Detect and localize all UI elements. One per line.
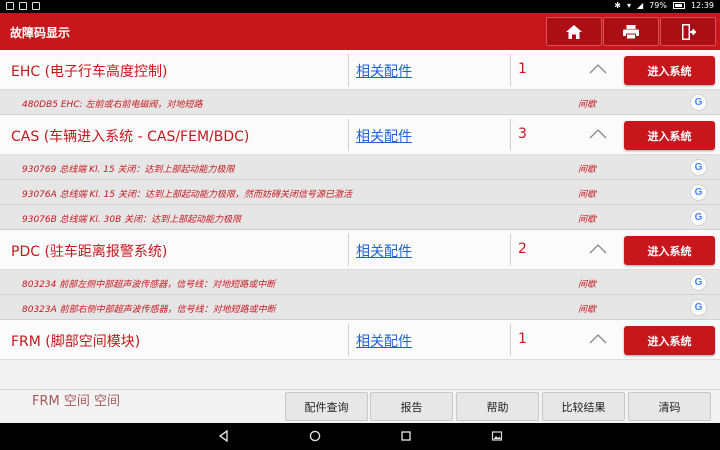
exit-button[interactable] xyxy=(660,17,716,46)
notification-icon xyxy=(6,2,14,10)
notification-icon xyxy=(32,2,40,10)
fault-row: 930769 总线端 Kl. 15 关闭：达到上部起动能力极限 间歇 G xyxy=(0,155,720,180)
fault-status: 间歇 xyxy=(578,165,597,175)
back-icon[interactable] xyxy=(218,430,230,442)
enter-system-button[interactable]: 进入系统 xyxy=(624,236,715,265)
android-nav-bar xyxy=(0,423,720,450)
signal-icon: ◢ xyxy=(637,1,644,10)
divider xyxy=(510,324,511,356)
divider xyxy=(348,54,349,86)
fault-status: 间歇 xyxy=(578,305,597,315)
fault-count: 1 xyxy=(518,61,527,77)
chevron-up-icon[interactable] xyxy=(589,129,607,139)
related-parts-link[interactable]: 相关配件 xyxy=(356,126,412,146)
system-name: EHC (电子行车高度控制) xyxy=(11,64,168,80)
fault-description: 480DB5 EHC: 左前或右前电磁阀，对地短路 xyxy=(22,100,203,110)
home-button[interactable] xyxy=(546,17,602,46)
home-icon xyxy=(566,24,582,39)
fault-status: 间歇 xyxy=(578,280,597,290)
enter-system-button[interactable]: 进入系统 xyxy=(624,326,715,355)
system-row-frm[interactable]: FRM (脚部空间模块) 相关配件 1 进入系统 xyxy=(0,320,720,360)
divider xyxy=(510,119,511,151)
battery-percent: 79% xyxy=(649,1,667,10)
fault-row: 93076B 总线端 Kl. 30B 关闭：达到上部起动能力极限 间歇 G xyxy=(0,205,720,230)
fault-code-list: EHC (电子行车高度控制) 相关配件 1 进入系统 480DB5 EHC: 左… xyxy=(0,50,720,360)
system-name: PDC (驻车距离报警系统) xyxy=(11,244,168,260)
print-button[interactable] xyxy=(603,17,659,46)
recents-icon[interactable] xyxy=(400,430,412,442)
fault-description: 803234 前部左侧中部超声波传感器，信号线：对地短路或中断 xyxy=(22,280,276,290)
exit-icon xyxy=(682,23,697,40)
related-parts-link[interactable]: 相关配件 xyxy=(356,331,412,351)
divider xyxy=(348,119,349,151)
google-search-icon[interactable]: G xyxy=(690,299,707,316)
fault-status: 间歇 xyxy=(578,100,597,110)
clear-codes-button[interactable]: 清码 xyxy=(628,392,711,421)
divider xyxy=(348,234,349,266)
fault-count: 1 xyxy=(518,331,527,347)
chevron-up-icon[interactable] xyxy=(589,244,607,254)
system-row-cas[interactable]: CAS (车辆进入系统 - CAS/FEM/BDC) 相关配件 3 进入系统 xyxy=(0,115,720,155)
help-button[interactable]: 帮助 xyxy=(456,392,539,421)
home-circle-icon[interactable] xyxy=(309,430,321,442)
enter-system-button[interactable]: 进入系统 xyxy=(624,121,715,150)
fault-status: 间歇 xyxy=(578,215,597,225)
system-row-ehc[interactable]: EHC (电子行车高度控制) 相关配件 1 进入系统 xyxy=(0,50,720,90)
battery-icon xyxy=(672,2,685,9)
chevron-up-icon[interactable] xyxy=(589,64,607,74)
google-search-icon[interactable]: G xyxy=(690,184,707,201)
divider xyxy=(510,234,511,266)
fault-row: 80323A 前部右侧中部超声波传感器，信号线：对地短路或中断 间歇 G xyxy=(0,295,720,320)
wifi-icon: ▾ xyxy=(626,1,631,10)
chevron-up-icon[interactable] xyxy=(589,334,607,344)
fault-row: 803234 前部左侧中部超声波传感器，信号线：对地短路或中断 间歇 G xyxy=(0,270,720,295)
scroll-ghost-text: FRM 空间 空间 xyxy=(32,394,120,409)
system-row-pdc[interactable]: PDC (驻车距离报警系统) 相关配件 2 进入系统 xyxy=(0,230,720,270)
fault-row: 480DB5 EHC: 左前或右前电磁阀，对地短路 间歇 G xyxy=(0,90,720,115)
google-search-icon[interactable]: G xyxy=(690,94,707,111)
fault-count: 3 xyxy=(518,126,527,142)
clock: 12:39 xyxy=(690,1,714,10)
notification-icon xyxy=(19,2,27,10)
bottom-toolbar: FRM 空间 空间 配件查询 报告 帮助 比较结果 清码 xyxy=(0,389,720,423)
google-search-icon[interactable]: G xyxy=(690,274,707,291)
system-name: CAS (车辆进入系统 - CAS/FEM/BDC) xyxy=(11,129,250,145)
fault-description: 93076B 总线端 Kl. 30B 关闭：达到上部起动能力极限 xyxy=(22,215,242,225)
title-bar: 故障码显示 xyxy=(0,13,720,50)
enter-system-button[interactable]: 进入系统 xyxy=(624,56,715,85)
divider xyxy=(510,54,511,86)
fault-count: 2 xyxy=(518,241,527,257)
google-search-icon[interactable]: G xyxy=(690,159,707,176)
parts-query-button[interactable]: 配件查询 xyxy=(285,392,368,421)
related-parts-link[interactable]: 相关配件 xyxy=(356,61,412,81)
system-name: FRM (脚部空间模块) xyxy=(11,334,141,350)
page-title: 故障码显示 xyxy=(10,26,71,40)
google-search-icon[interactable]: G xyxy=(690,209,707,226)
compare-results-button[interactable]: 比较结果 xyxy=(542,392,625,421)
fault-description: 93076A 总线端 Kl. 15 关闭：达到上部起动能力极限，然而妨碍关闭信号… xyxy=(22,190,352,200)
bluetooth-icon: ✱ xyxy=(614,1,621,10)
fault-status: 间歇 xyxy=(578,190,597,200)
fault-row: 93076A 总线端 Kl. 15 关闭：达到上部起动能力极限，然而妨碍关闭信号… xyxy=(0,180,720,205)
related-parts-link[interactable]: 相关配件 xyxy=(356,241,412,261)
notification-icons xyxy=(6,2,40,10)
divider xyxy=(348,324,349,356)
report-button[interactable]: 报告 xyxy=(370,392,453,421)
fault-description: 930769 总线端 Kl. 15 关闭：达到上部起动能力极限 xyxy=(22,165,235,175)
system-status-bar: ✱ ▾ ◢ 79% 12:39 xyxy=(0,0,720,13)
printer-icon xyxy=(623,24,639,39)
fault-description: 80323A 前部右侧中部超声波传感器，信号线：对地短路或中断 xyxy=(22,305,276,315)
screenshot-icon[interactable] xyxy=(491,430,503,442)
